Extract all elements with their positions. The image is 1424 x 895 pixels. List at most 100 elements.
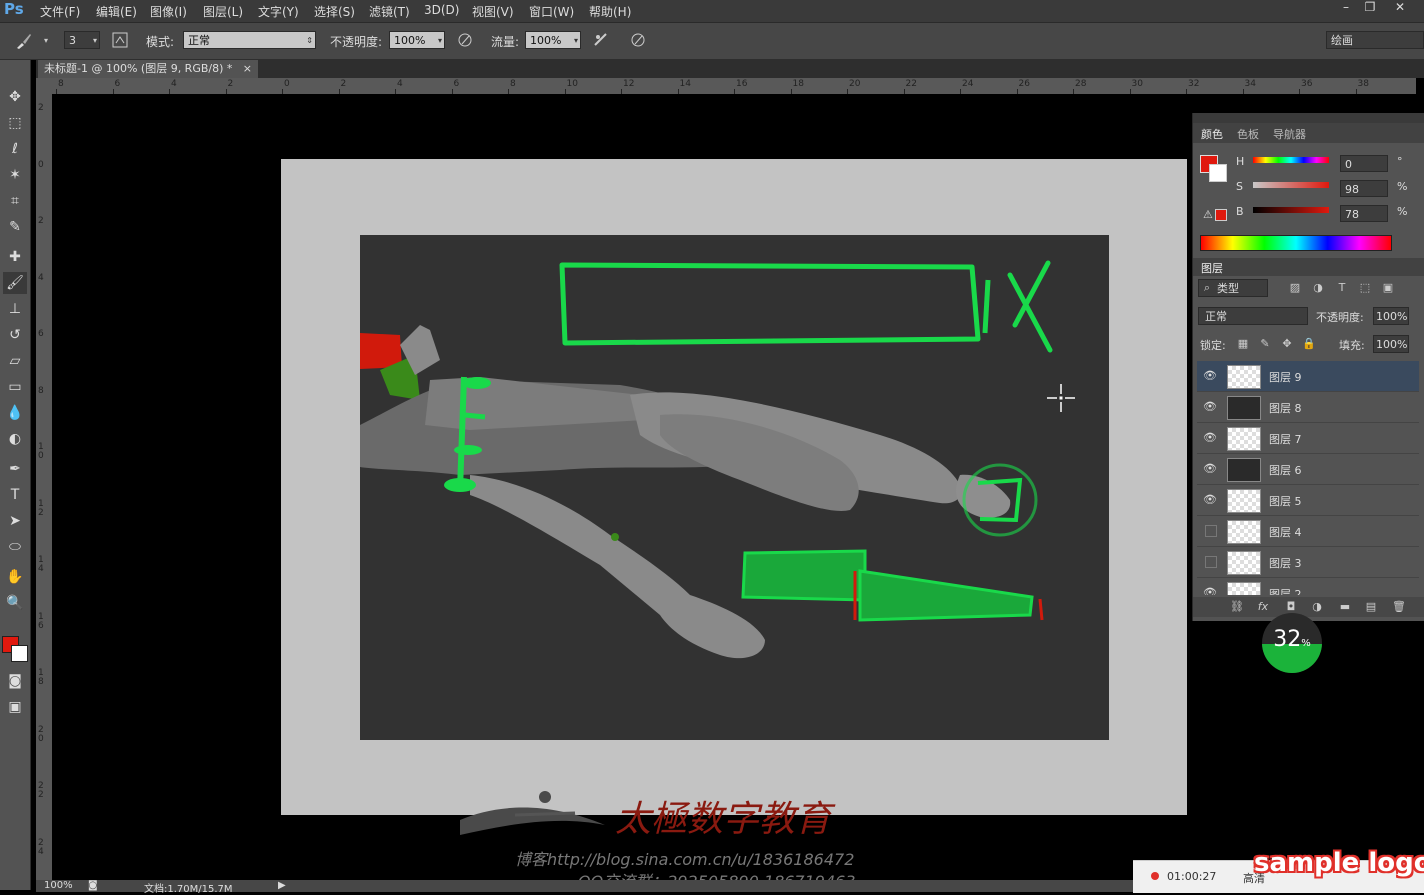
- status-arrow-icon[interactable]: ▶: [278, 880, 286, 891]
- eye-icon[interactable]: 👁: [1203, 587, 1217, 596]
- move-tool-icon[interactable]: ✥: [3, 86, 27, 108]
- saturation-slider[interactable]: [1253, 182, 1329, 188]
- eye-icon[interactable]: 👁: [1203, 463, 1217, 475]
- tab-layers[interactable]: 图层: [1201, 260, 1223, 276]
- layer-row[interactable]: 图层 4: [1197, 516, 1419, 547]
- chevron-down-icon[interactable]: ▾: [36, 31, 56, 51]
- gradient-tool-icon[interactable]: ▭: [3, 376, 27, 398]
- eye-icon[interactable]: 👁: [1203, 432, 1217, 444]
- fill-field[interactable]: 100%: [1373, 335, 1409, 353]
- filter-shape-icon[interactable]: ⬚: [1357, 280, 1373, 296]
- pressure-size-icon[interactable]: [628, 31, 648, 51]
- menu-type[interactable]: 文字(Y): [258, 3, 299, 20]
- minimize-button[interactable]: –: [1334, 0, 1358, 16]
- close-button[interactable]: ✕: [1388, 0, 1412, 16]
- menu-edit[interactable]: 编辑(E): [96, 3, 137, 20]
- lock-image-icon[interactable]: ✎: [1257, 336, 1273, 352]
- filter-adjustment-icon[interactable]: ◑: [1310, 280, 1326, 296]
- visibility-off-box[interactable]: [1205, 525, 1217, 537]
- brush-panel-toggle-icon[interactable]: [110, 31, 130, 51]
- menu-filter[interactable]: 滤镜(T): [369, 3, 410, 20]
- saturation-field[interactable]: 98: [1340, 180, 1388, 197]
- shape-tool-icon[interactable]: ⬭: [3, 536, 27, 558]
- dodge-tool-icon[interactable]: ◐: [3, 428, 27, 450]
- flow-field[interactable]: 100% ▾: [525, 31, 581, 49]
- brush-preset-icon[interactable]: [14, 31, 34, 51]
- menu-select[interactable]: 选择(S): [314, 3, 355, 20]
- filter-type-icon[interactable]: T: [1334, 280, 1350, 296]
- menu-view[interactable]: 视图(V): [472, 3, 514, 20]
- tab-color[interactable]: 颜色: [1201, 126, 1223, 142]
- eye-icon[interactable]: 👁: [1203, 370, 1217, 382]
- layer-row[interactable]: 👁 图层 9: [1197, 361, 1419, 392]
- hue-field[interactable]: 0: [1340, 155, 1388, 172]
- trash-icon[interactable]: 🗑: [1391, 599, 1407, 615]
- document-tab[interactable]: 未标题-1 @ 100% (图层 9, RGB/8) * ×: [38, 60, 258, 78]
- filter-smart-object-icon[interactable]: ▣: [1380, 280, 1396, 296]
- tab-swatches[interactable]: 色板: [1237, 126, 1259, 142]
- fx-icon[interactable]: fx: [1255, 599, 1271, 615]
- layer-opacity-field[interactable]: 100%: [1373, 307, 1409, 325]
- layer-row[interactable]: 👁 图层 6: [1197, 454, 1419, 485]
- background-color-swatch[interactable]: [11, 645, 28, 662]
- new-layer-icon[interactable]: ▤: [1363, 599, 1379, 615]
- brush-size-field[interactable]: 3 ▾: [64, 31, 100, 49]
- pressure-opacity-icon[interactable]: [455, 31, 475, 51]
- layer-row[interactable]: 👁 图层 7: [1197, 423, 1419, 454]
- healing-tool-icon[interactable]: ✚: [3, 246, 27, 268]
- menu-help[interactable]: 帮助(H): [589, 3, 631, 20]
- screen-mode-icon[interactable]: ▣: [3, 696, 27, 718]
- brush-tool-icon[interactable]: 🖌: [3, 272, 27, 294]
- lock-all-icon[interactable]: 🔒: [1301, 336, 1317, 352]
- layer-row[interactable]: 👁 图层 2: [1197, 578, 1419, 595]
- crop-tool-icon[interactable]: ⌗: [3, 190, 27, 212]
- blur-tool-icon[interactable]: 💧: [3, 402, 27, 424]
- close-tab-icon[interactable]: ×: [243, 60, 252, 78]
- hue-slider[interactable]: [1253, 157, 1329, 163]
- menu-3d[interactable]: 3D(D): [424, 3, 459, 17]
- workspace-select[interactable]: 绘画: [1326, 31, 1424, 49]
- quick-mask-icon[interactable]: ◙: [3, 670, 27, 692]
- zoom-tool-icon[interactable]: 🔍: [3, 592, 27, 614]
- status-icon[interactable]: ◙: [88, 880, 98, 891]
- layer-row[interactable]: 👁 图层 5: [1197, 485, 1419, 516]
- eraser-tool-icon[interactable]: ▱: [3, 350, 27, 372]
- lock-transparent-icon[interactable]: ▦: [1235, 336, 1251, 352]
- artwork-layer[interactable]: [360, 235, 1109, 740]
- blend-mode-select[interactable]: 正常: [1198, 307, 1308, 325]
- brightness-slider[interactable]: [1253, 207, 1329, 213]
- tab-navigator[interactable]: 导航器: [1273, 126, 1306, 142]
- layer-row[interactable]: 👁 图层 8: [1197, 392, 1419, 423]
- gamut-swatch[interactable]: [1215, 209, 1227, 221]
- stamp-tool-icon[interactable]: ⊥: [3, 298, 27, 320]
- adjustment-icon[interactable]: ◑: [1309, 599, 1325, 615]
- menu-image[interactable]: 图像(I): [150, 3, 187, 20]
- eye-icon[interactable]: 👁: [1203, 494, 1217, 506]
- filter-pixel-icon[interactable]: ▨: [1287, 280, 1303, 296]
- hand-tool-icon[interactable]: ✋: [3, 566, 27, 588]
- marquee-tool-icon[interactable]: ⬚: [3, 112, 27, 134]
- eye-icon[interactable]: 👁: [1203, 401, 1217, 413]
- opacity-field[interactable]: 100% ▾: [389, 31, 445, 49]
- type-tool-icon[interactable]: T: [3, 484, 27, 506]
- link-icon[interactable]: ⛓: [1229, 599, 1245, 615]
- layer-row[interactable]: 图层 3: [1197, 547, 1419, 578]
- mode-select[interactable]: 正常 ⇕: [183, 31, 316, 49]
- menu-layer[interactable]: 图层(L): [203, 3, 243, 20]
- restore-button[interactable]: ❐: [1358, 0, 1382, 16]
- menu-file[interactable]: 文件(F): [40, 3, 80, 20]
- brightness-field[interactable]: 78: [1340, 205, 1388, 222]
- history-brush-tool-icon[interactable]: ↺: [3, 324, 27, 346]
- color-ramp[interactable]: [1200, 235, 1392, 251]
- zoom-level[interactable]: 100%: [44, 880, 73, 891]
- visibility-off-box[interactable]: [1205, 556, 1217, 568]
- airbrush-icon[interactable]: [591, 31, 611, 51]
- lasso-tool-icon[interactable]: ℓ: [3, 138, 27, 160]
- folder-icon[interactable]: ▬: [1337, 599, 1353, 615]
- magic-wand-tool-icon[interactable]: ✶: [3, 164, 27, 186]
- menu-window[interactable]: 窗口(W): [529, 3, 574, 20]
- pen-tool-icon[interactable]: ✒: [3, 458, 27, 480]
- path-selection-tool-icon[interactable]: ➤: [3, 510, 27, 532]
- panel-background-swatch[interactable]: [1209, 164, 1227, 182]
- lock-position-icon[interactable]: ✥: [1279, 336, 1295, 352]
